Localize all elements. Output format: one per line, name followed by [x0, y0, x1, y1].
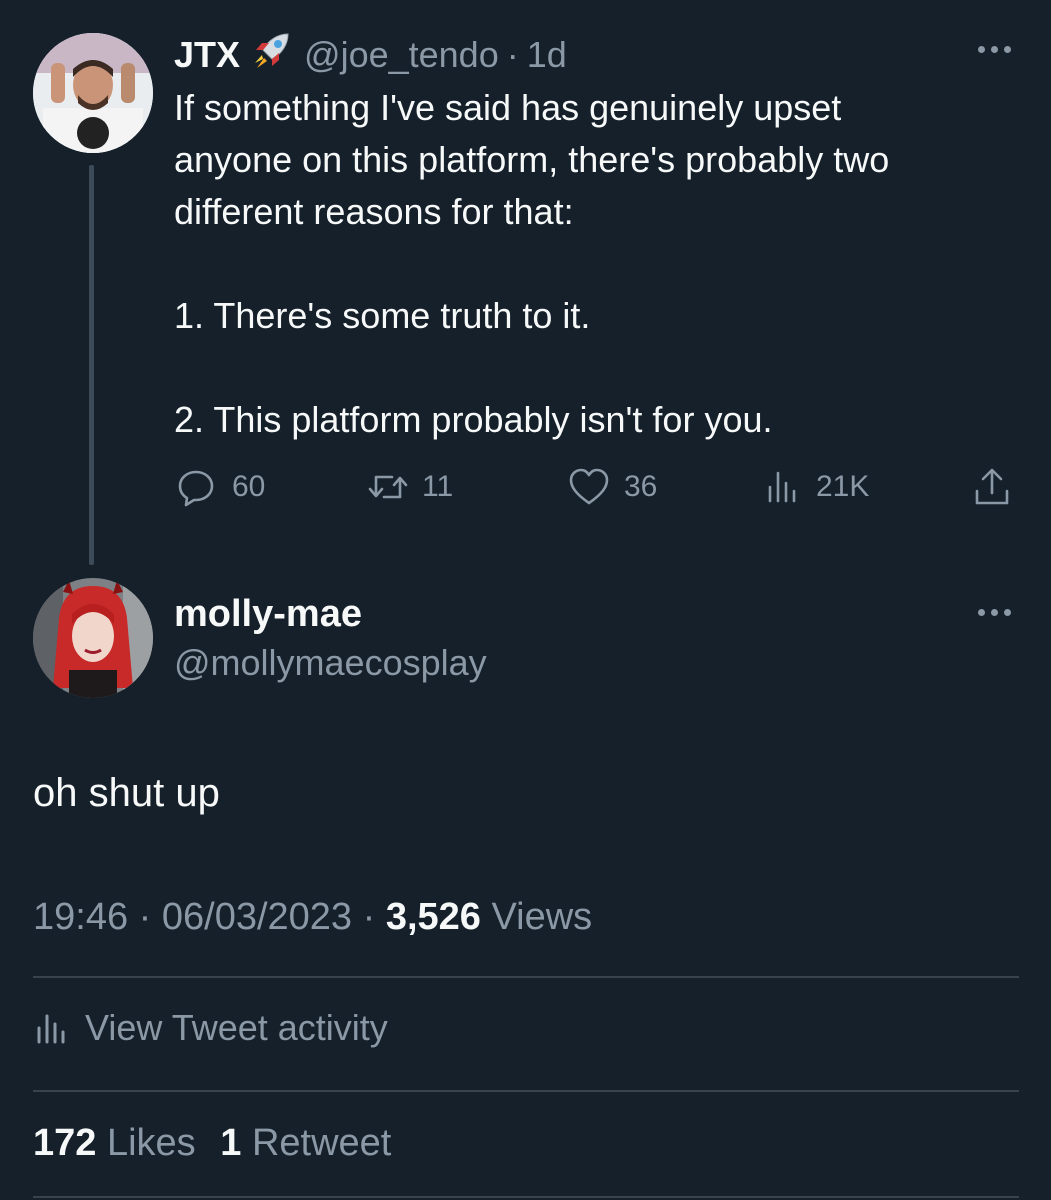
reply-time[interactable]: 19:46 — [33, 896, 128, 938]
retweet-count: 1 — [220, 1122, 242, 1164]
molly-mae-avatar-image — [33, 578, 153, 698]
reply-author-handle[interactable]: @mollymaecosplay — [174, 642, 487, 684]
divider — [33, 976, 1019, 978]
divider — [33, 1196, 1019, 1198]
like-button[interactable]: 36 — [566, 462, 657, 512]
retweet-icon — [368, 475, 408, 499]
thread-connector-line — [89, 165, 94, 565]
separator-dot: · — [506, 33, 519, 75]
retweet-label: Retweet — [251, 1122, 392, 1164]
views-chart-icon — [768, 471, 796, 503]
jtx-avatar-image — [33, 33, 153, 153]
reply-author-name[interactable]: molly-mae — [174, 593, 362, 636]
reply-date[interactable]: 06/03/2023 — [162, 896, 352, 938]
tweet-line: different reasons for that: — [174, 191, 574, 232]
share-icon — [975, 468, 1009, 505]
view-count: 21K — [816, 470, 870, 503]
reply-metadata: 19:46 · 06/03/2023 · 3,526 Views — [33, 896, 592, 939]
likes-count: 172 — [33, 1122, 97, 1164]
like-count: 36 — [624, 470, 658, 503]
reply-engagement-stats: 172 Likes 1 Retweet — [33, 1122, 391, 1165]
reply-view-count: 3,526 — [385, 896, 481, 938]
retweet-count: 11 — [422, 470, 454, 503]
likes-label: Likes — [106, 1122, 196, 1164]
divider — [33, 1090, 1019, 1092]
retweets-stat[interactable]: 1 Retweet — [220, 1122, 391, 1164]
share-button[interactable] — [970, 462, 1014, 512]
reply-more-options-icon[interactable] — [978, 609, 1011, 616]
separator-dot: · — [138, 896, 152, 938]
retweet-button[interactable]: 11 — [364, 462, 453, 512]
jtx-avatar[interactable] — [33, 33, 153, 153]
reply-icon — [178, 470, 214, 507]
parent-tweet-actions: 60 11 36 21K — [174, 462, 1024, 512]
parent-more-options-icon[interactable] — [978, 46, 1011, 53]
view-tweet-activity-label: View Tweet activity — [85, 1007, 388, 1048]
reply-view-label: Views — [491, 896, 593, 938]
parent-tweet-text: If something I've said has genuinely ups… — [174, 82, 1034, 446]
parent-tweet-header: JTX @joe_tendo · 1d — [174, 28, 567, 81]
heart-icon — [569, 468, 609, 505]
reply-button[interactable]: 60 — [174, 462, 265, 512]
likes-stat[interactable]: 172 Likes — [33, 1122, 196, 1164]
analytics-icon — [37, 1014, 65, 1044]
parent-author-name[interactable]: JTX — [174, 34, 240, 76]
tweet-point-2: 2. This platform probably isn't for you. — [174, 399, 773, 440]
separator-dot: · — [362, 896, 376, 938]
tweet-line: anyone on this platform, there's probabl… — [174, 139, 890, 180]
reply-count: 60 — [232, 470, 266, 503]
view-tweet-activity-link[interactable]: View Tweet activity — [33, 1007, 388, 1049]
views-button[interactable]: 21K — [764, 462, 869, 512]
rocket-icon — [250, 28, 294, 81]
parent-tweet-time[interactable]: 1d — [527, 34, 567, 76]
parent-author-handle[interactable]: @joe_tendo — [304, 34, 499, 76]
molly-mae-avatar[interactable] — [33, 578, 153, 698]
tweet-line: If something I've said has genuinely ups… — [174, 87, 842, 128]
tweet-point-1: 1. There's some truth to it. — [174, 295, 591, 336]
reply-text: oh shut up — [33, 771, 220, 815]
